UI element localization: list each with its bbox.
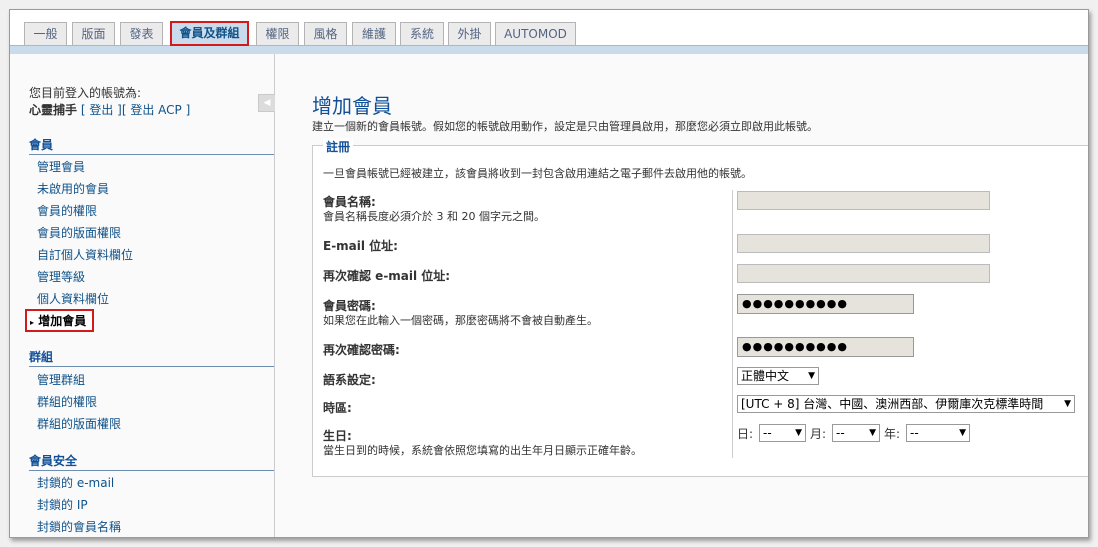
logout-links[interactable]: [ 登出 ][ 登出 ACP ] [81,103,190,117]
main-panel: 增加會員 建立一個新的會員帳號。假如您的帳號啟用動作，設定是只由管理員啟用，那麼… [275,54,1088,537]
timezone-label: 時區: [323,401,352,415]
password-confirm-input[interactable]: ●●●●●●●●●● [737,337,914,357]
password-input[interactable]: ●●●●●●●●●● [737,294,914,314]
sidebar-item-group-forum-permissions[interactable]: 群組的版面權限 [37,415,121,432]
tab-bar: 一般 版面 發表 會員及群組 權限 風格 維護 系統 外掛 AUTOMOD [10,10,1088,46]
tab-automod[interactable]: AUTOMOD [495,22,576,45]
language-value: 正體中文 [741,369,790,383]
dropdown-arrow-icon: ▼ [959,428,966,438]
month-label: 月: [810,427,827,441]
tab-styles[interactable]: 風格 [304,22,347,45]
sidebar-item-custom-profile-fields[interactable]: 自訂個人資料欄位 [37,246,133,263]
tab-general[interactable]: 一般 [24,22,67,45]
section-users-title: 會員 [29,136,274,155]
acp-window: 一般 版面 發表 會員及群組 權限 風格 維護 系統 外掛 AUTOMOD 您目… [9,9,1089,538]
dropdown-arrow-icon: ▼ [808,371,815,381]
sidebar-item-add-user[interactable]: ▸ 增加會員 [25,309,95,332]
sidebar-item-ban-usernames[interactable]: 封鎖的會員名稱 [37,518,121,535]
language-select[interactable]: 正體中文 ▼ [737,367,819,385]
email-label: E-mail 位址: [323,239,398,253]
username-input[interactable] [737,191,990,210]
password-hint: 如果您在此輸入一個密碼，那麼密碼將不會被自動產生。 [323,314,598,327]
sidebar-item-label: 增加會員 [38,314,87,328]
column-divider [732,190,733,458]
login-label: 您目前登入的帳號為: [29,86,142,100]
tab-forums[interactable]: 版面 [72,22,115,45]
email-confirm-label: 再次確認 e-mail 位址: [323,269,451,283]
dropdown-arrow-icon: ▼ [869,428,876,438]
tab-posting[interactable]: 發表 [120,22,163,45]
dropdown-arrow-icon: ▼ [795,428,802,438]
login-info: 心靈捕手 [ 登出 ][ 登出 ACP ] [29,101,190,118]
tab-subbar [10,46,1088,54]
day-select[interactable]: -- ▼ [759,424,806,442]
sidebar-item-ban-emails[interactable]: 封鎖的 e-mail [37,474,114,491]
email-input[interactable] [737,234,990,253]
username: 心靈捕手 [29,103,78,117]
fieldset-legend: 註冊 [323,138,354,155]
birthday-hint: 當生日到的時候，系統會依照您填寫的出生年月日顯示正確年齡。 [323,444,642,457]
month-value: -- [836,426,845,440]
tab-mods[interactable]: 外掛 [448,22,491,45]
sidebar-item-manage-users[interactable]: 管理會員 [37,158,85,175]
username-hint: 會員名稱長度必須介於 3 和 20 個字元之間。 [323,210,545,223]
section-security-title: 會員安全 [29,452,274,471]
password-confirm-label: 再次確認密碼: [323,343,400,357]
tab-users-groups[interactable]: 會員及群組 [170,21,249,46]
sidebar: 您目前登入的帳號為: 心靈捕手 [ 登出 ][ 登出 ACP ] ◀ 會員 管理… [10,54,276,537]
language-label: 語系設定: [323,373,376,387]
timezone-select[interactable]: [UTC + 8] 台灣、中國、澳洲西部、伊爾庫次克標準時間 ▼ [737,395,1075,413]
sidebar-item-manage-groups[interactable]: 管理群組 [37,371,85,388]
sidebar-item-inactive-users[interactable]: 未啟用的會員 [37,180,109,197]
tab-permissions[interactable]: 權限 [256,22,299,45]
year-value: -- [910,426,919,440]
sidebar-item-group-permissions[interactable]: 群組的權限 [37,393,97,410]
arrow-right-icon: ▸ [30,318,35,327]
email-confirm-input[interactable] [737,264,990,283]
year-select[interactable]: -- ▼ [906,424,970,442]
month-select[interactable]: -- ▼ [832,424,880,442]
section-groups-title: 群組 [29,348,274,367]
day-value: -- [763,426,772,440]
triangle-left-icon: ◀ [263,98,271,108]
sidebar-item-ban-ips[interactable]: 封鎖的 IP [37,496,88,513]
tab-system[interactable]: 系統 [400,22,444,45]
year-label: 年: [884,427,901,441]
page-title: 增加會員 [312,94,392,118]
day-label: 日: [737,427,754,441]
fieldset-intro: 一旦會員帳號已經被建立，該會員將收到一封包含啟用連結之電子郵件去啟用他的帳號。 [323,167,752,180]
sidebar-item-manage-ranks[interactable]: 管理等級 [37,268,85,285]
page-description: 建立一個新的會員帳號。假如您的帳號啟用動作，設定是只由管理員啟用，那麼您必須立即… [312,120,818,133]
dropdown-arrow-icon: ▼ [1061,396,1071,412]
sidebar-item-user-permissions[interactable]: 會員的權限 [37,202,97,219]
sidebar-item-profile-fields[interactable]: 個人資料欄位 [37,290,109,307]
timezone-value: [UTC + 8] 台灣、中國、澳洲西部、伊爾庫次克標準時間 [741,397,1044,411]
tab-maintenance[interactable]: 維護 [352,22,396,45]
collapse-sidebar-button[interactable]: ◀ [258,94,276,112]
registration-fieldset: 註冊 一旦會員帳號已經被建立，該會員將收到一封包含啟用連結之電子郵件去啟用他的帳… [312,138,1088,477]
sidebar-item-user-forum-permissions[interactable]: 會員的版面權限 [37,224,121,241]
